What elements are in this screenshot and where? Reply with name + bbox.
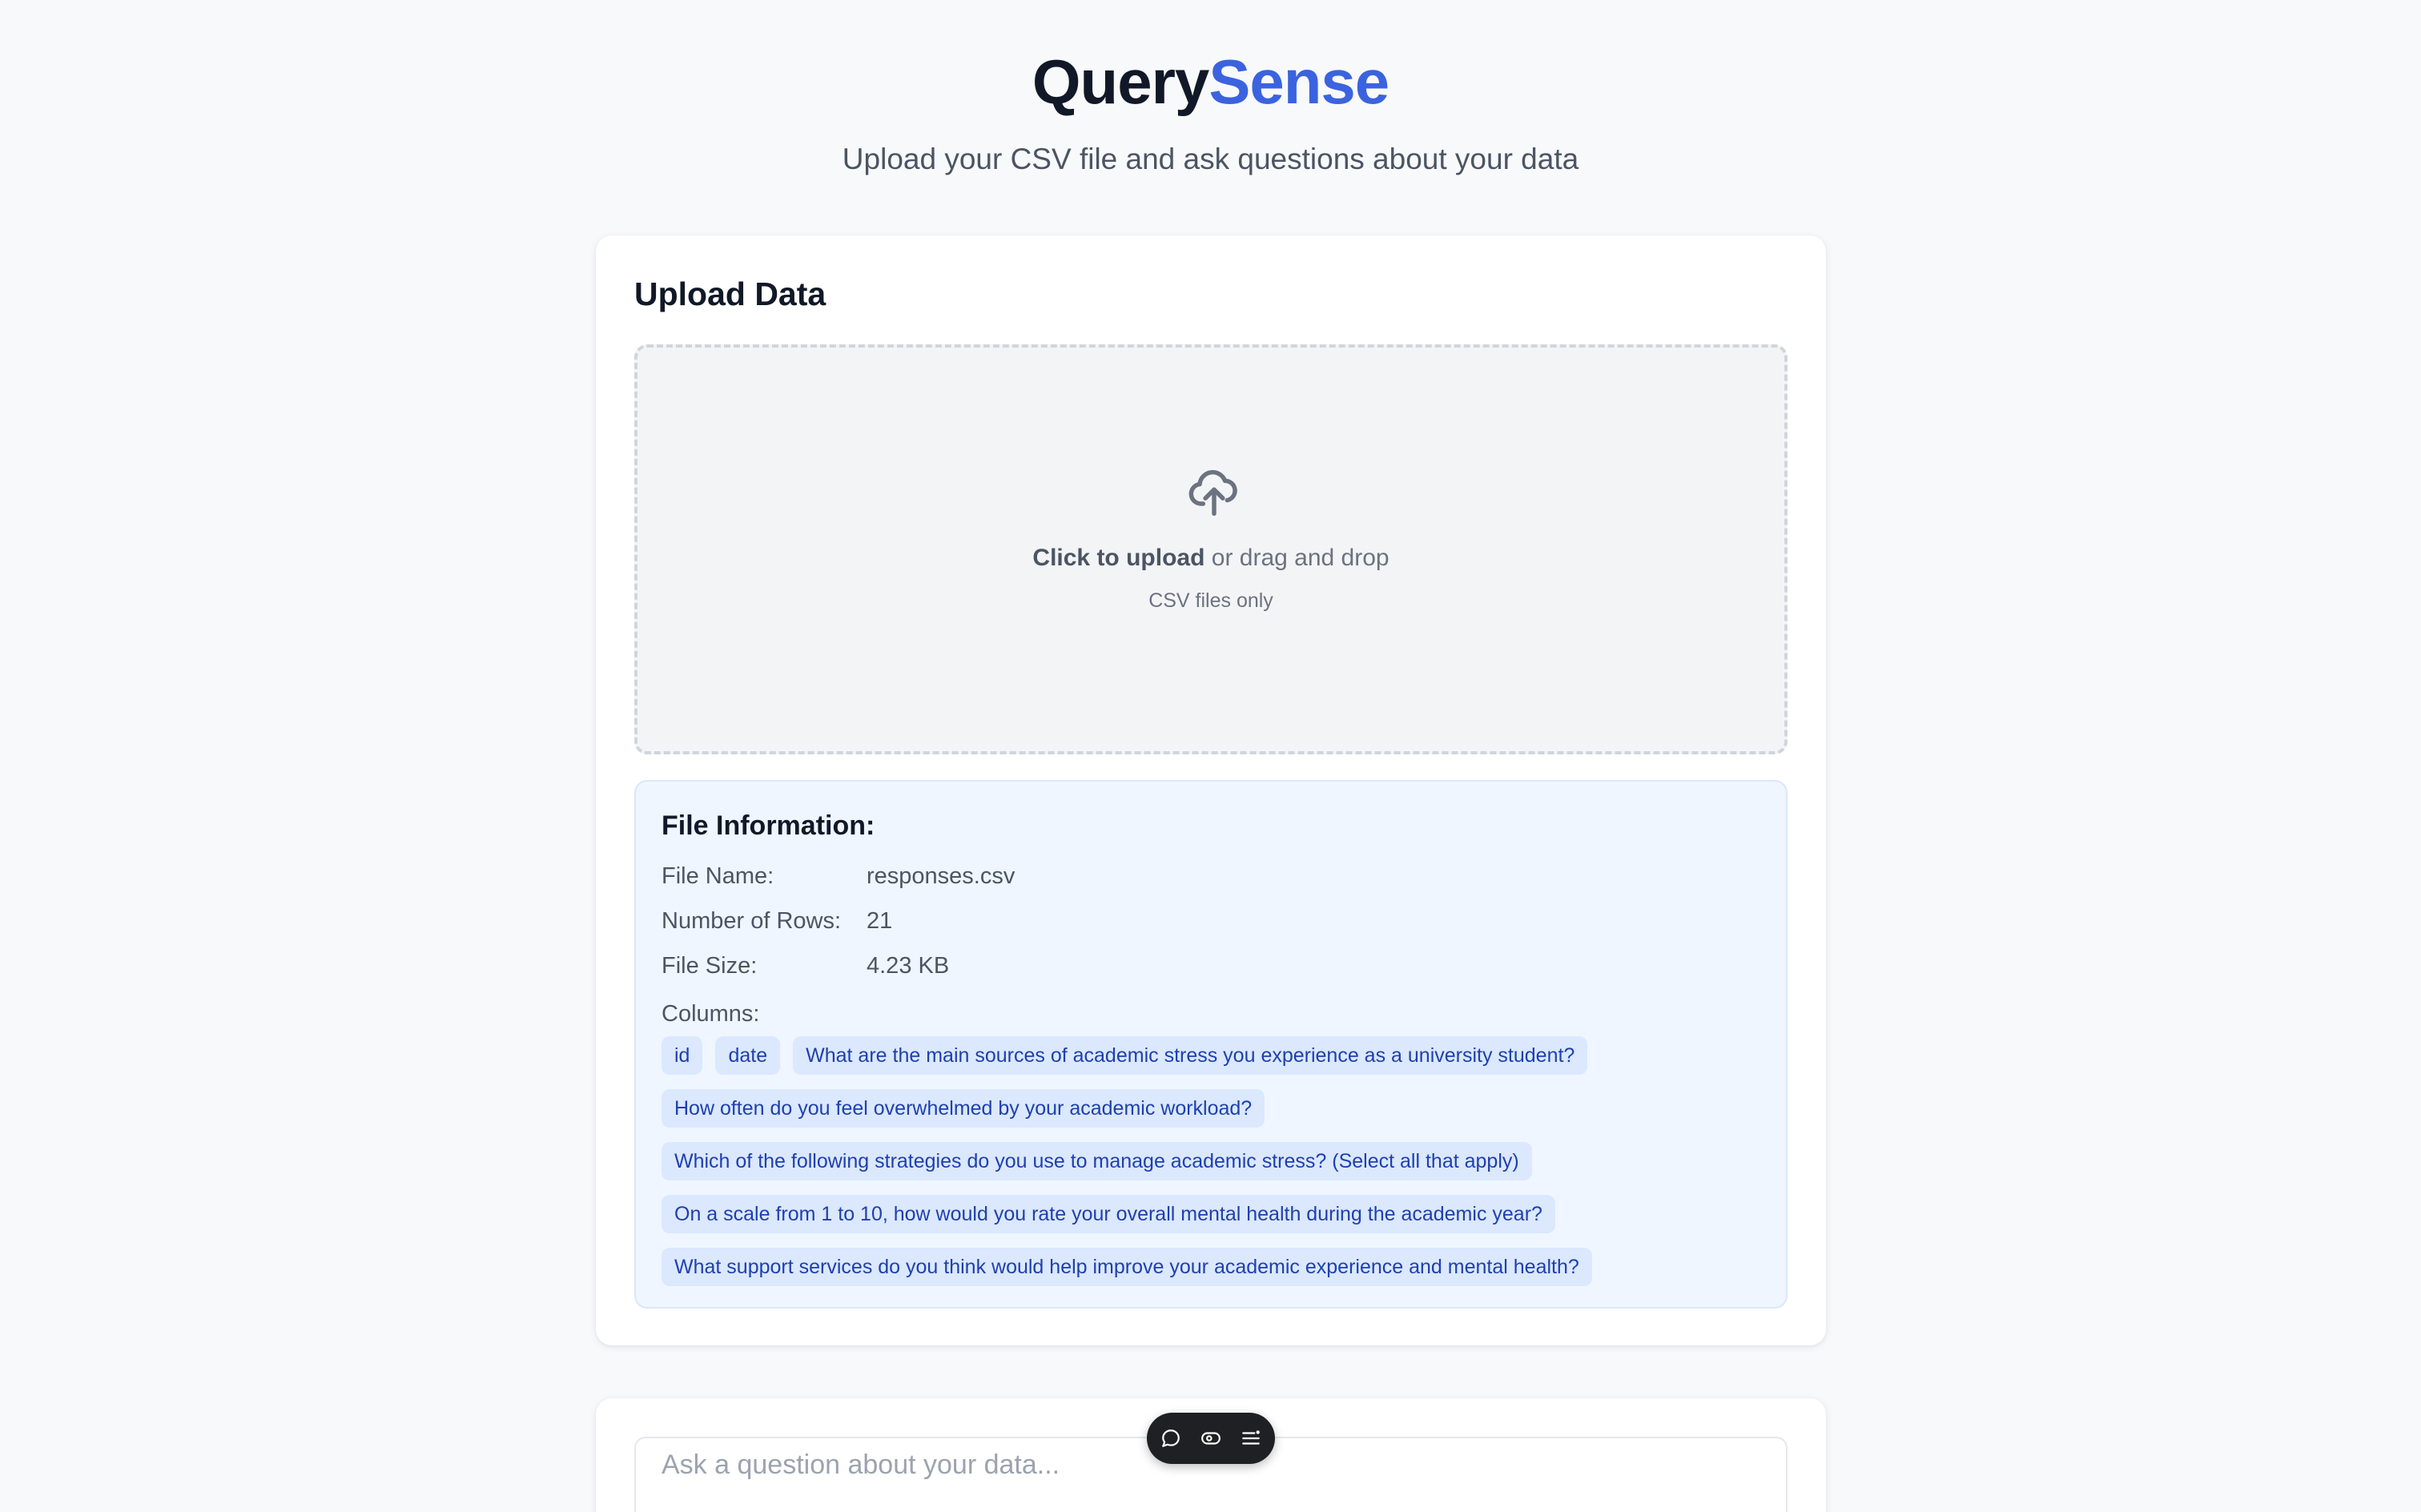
eye-toggle-icon[interactable]	[1200, 1427, 1222, 1450]
file-dropzone[interactable]: Click to upload or drag and drop CSV fil…	[634, 344, 1788, 754]
column-chip: What support services do you think would…	[662, 1248, 1592, 1286]
page-header: QuerySense Upload your CSV file and ask …	[0, 45, 2421, 178]
file-name-value: responses.csv	[867, 863, 1015, 889]
drag-drop-text: or drag and drop	[1204, 545, 1389, 571]
file-size-row: File Size: 4.23 KB	[662, 953, 949, 979]
row-count-value: 21	[867, 908, 893, 934]
comment-icon[interactable]	[1160, 1427, 1182, 1450]
cloud-upload-icon	[1188, 469, 1237, 516]
page-subtitle: Upload your CSV file and ask questions a…	[842, 143, 1579, 175]
upload-card: Upload Data Click to upload or drag and …	[596, 235, 1826, 1345]
app-logo: QuerySense	[0, 45, 2421, 119]
file-name-label: File Name:	[662, 863, 774, 889]
file-info-panel: File Information: File Name: responses.cs…	[634, 780, 1788, 1309]
file-size-value: 4.23 KB	[867, 953, 950, 979]
click-to-upload-text[interactable]: Click to upload	[1032, 545, 1204, 571]
dropzone-hint: CSV files only	[1148, 589, 1273, 612]
upload-card-title: Upload Data	[634, 275, 826, 312]
row-count-label: Number of Rows:	[662, 908, 842, 934]
column-chip: How often do you feel overwhelmed by you…	[662, 1089, 1265, 1128]
logo-part-query: Query	[1032, 46, 1209, 117]
floating-toolbar	[1147, 1413, 1275, 1464]
column-chip: Which of the following strategies do you…	[662, 1142, 1532, 1180]
row-count-row: Number of Rows: 21	[662, 908, 892, 935]
file-size-label: File Size:	[662, 953, 758, 979]
file-name-row: File Name: responses.csv	[662, 863, 1015, 890]
file-info-title: File Information:	[662, 810, 875, 841]
column-chip: On a scale from 1 to 10, how would you r…	[662, 1195, 1555, 1233]
list-icon[interactable]	[1240, 1427, 1262, 1450]
column-chip: date	[715, 1036, 781, 1075]
logo-part-sense: Sense	[1208, 46, 1389, 117]
dropzone-instructions: Click to upload or drag and drop	[637, 545, 1784, 572]
columns-list: id date What are the main sources of aca…	[662, 1036, 1767, 1301]
columns-label: Columns:	[662, 1001, 760, 1027]
column-chip: What are the main sources of academic st…	[793, 1036, 1588, 1075]
column-chip: id	[662, 1036, 703, 1075]
